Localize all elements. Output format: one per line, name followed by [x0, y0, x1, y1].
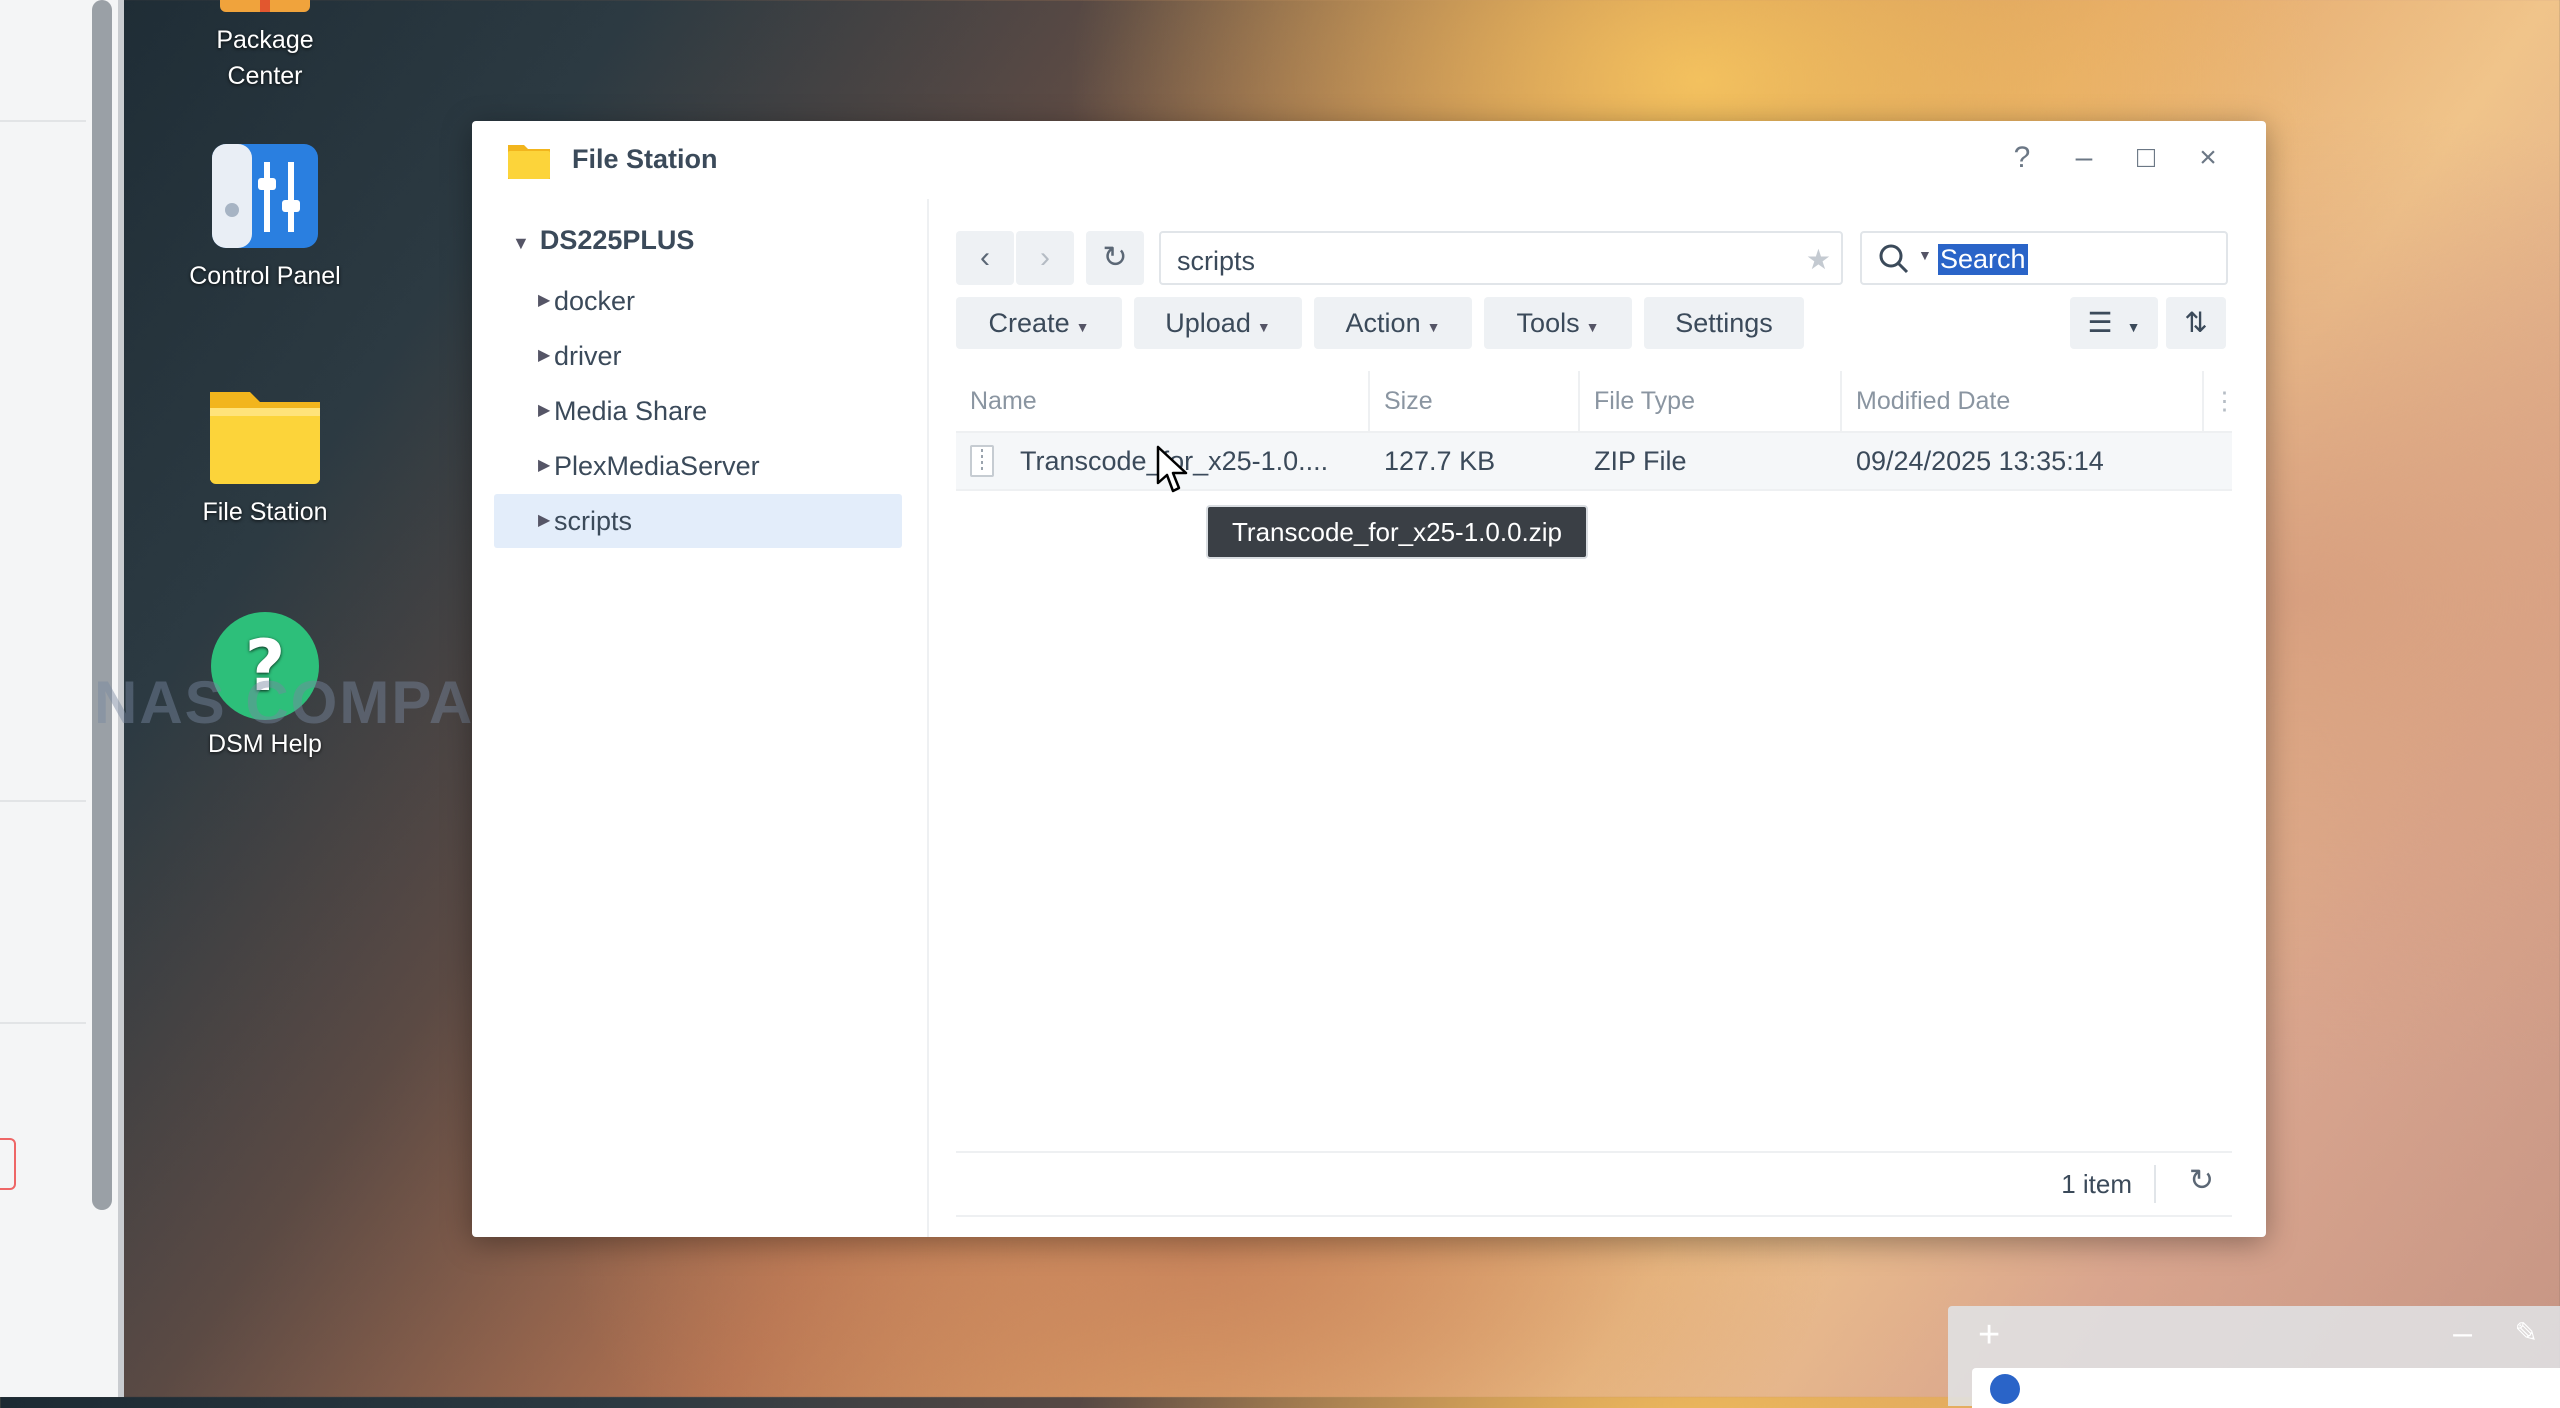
- refresh-icon: ↻: [1102, 241, 1128, 274]
- forward-button[interactable]: ›: [1016, 231, 1074, 285]
- column-options-icon[interactable]: ⋮: [2204, 371, 2237, 431]
- action-label: Action: [1345, 308, 1421, 338]
- desktop-icon-control-panel[interactable]: Control Panel: [165, 142, 365, 294]
- widget-panel: + – ✎: [1948, 1306, 2560, 1408]
- pin-icon[interactable]: ✎: [2515, 1316, 2538, 1349]
- chevron-down-icon: ▼: [2126, 319, 2141, 335]
- tools-button[interactable]: Tools ▼: [1484, 297, 1632, 349]
- desktop-icon-label: Center: [227, 62, 303, 90]
- tree-item-media-share[interactable]: ▶ Media Share: [494, 384, 902, 438]
- desktop-icon-package-center[interactable]: Package Center: [165, 0, 365, 94]
- upload-button[interactable]: Upload ▼: [1134, 297, 1302, 349]
- chevron-down-icon: ▼: [1256, 319, 1271, 335]
- column-header-size[interactable]: Size: [1370, 371, 1580, 431]
- tree-root-ds225plus[interactable]: ▼ DS225PLUS: [512, 225, 694, 256]
- settings-button[interactable]: Settings: [1644, 297, 1804, 349]
- tree-item-driver[interactable]: ▶ driver: [494, 329, 902, 383]
- sort-icon: ⇅: [2184, 307, 2208, 338]
- divider: [0, 1022, 86, 1024]
- tree-item-label: docker: [554, 286, 636, 316]
- upload-label: Upload: [1165, 308, 1251, 338]
- item-count: 1 item: [2061, 1169, 2132, 1199]
- desktop-icon-file-station[interactable]: File Station: [165, 378, 365, 530]
- folder-icon: [506, 139, 552, 181]
- chevron-down-icon: ▼: [1585, 319, 1600, 335]
- create-button[interactable]: Create ▼: [956, 297, 1122, 349]
- chevron-down-icon: ▼: [1075, 319, 1090, 335]
- column-header-name[interactable]: Name: [956, 371, 1370, 431]
- minimize-button[interactable]: –: [2064, 141, 2104, 175]
- create-label: Create: [988, 308, 1070, 338]
- divider: [2154, 1165, 2156, 1203]
- maximize-button[interactable]: □: [2126, 141, 2166, 175]
- file-browser-main: ‹ › ↻ scripts ★ ▼ Search Create ▼ Upload ▼…: [956, 199, 2246, 1237]
- table-header: Name Size File Type Modified Date ⋮: [956, 371, 2237, 433]
- file-station-window: File Station ? – □ × ▼ DS225PLUS ▶ docker …: [472, 121, 2266, 1237]
- table-row[interactable]: Transcode_for_x25-1.0.... 127.7 KB ZIP F…: [956, 433, 2232, 491]
- caret-down-icon: ▼: [512, 233, 530, 253]
- column-header-modified-date[interactable]: Modified Date: [1842, 371, 2204, 431]
- scrollbar[interactable]: [92, 0, 112, 1210]
- chevron-down-icon: ▼: [1918, 247, 1932, 263]
- folder-tree: ▼ DS225PLUS ▶ docker ▶ driver ▶ Media Share …: [472, 199, 929, 1237]
- mouse-pointer-icon: [1156, 445, 1192, 500]
- back-button[interactable]: ‹: [956, 231, 1014, 285]
- window-titlebar[interactable]: File Station ? – □ ×: [472, 121, 2266, 199]
- tab-marker: [0, 1138, 16, 1190]
- view-mode-button[interactable]: ☰ ▼: [2070, 297, 2158, 349]
- add-widget-icon[interactable]: +: [1978, 1314, 2000, 1357]
- cell-type: ZIP File: [1594, 446, 1687, 476]
- star-icon[interactable]: ★: [1806, 243, 1831, 276]
- search-text: Search: [1938, 244, 2028, 275]
- widget-content: [1972, 1368, 2560, 1408]
- action-button[interactable]: Action ▼: [1314, 297, 1472, 349]
- status-dot-icon: [1990, 1374, 2020, 1404]
- desktop-icon-label: Control Panel: [189, 262, 341, 290]
- path-text: scripts: [1177, 246, 1256, 276]
- folder-icon: [206, 378, 324, 488]
- settings-label: Settings: [1675, 308, 1773, 338]
- list-view-icon: ☰: [2087, 307, 2113, 338]
- divider: [0, 800, 86, 802]
- chevron-right-icon: ›: [1040, 241, 1050, 274]
- tree-item-label: scripts: [554, 506, 633, 536]
- tree-item-label: PlexMediaServer: [554, 451, 760, 481]
- path-field[interactable]: scripts ★: [1159, 231, 1843, 285]
- minimize-icon[interactable]: –: [2453, 1314, 2472, 1353]
- zip-file-icon: [970, 445, 994, 477]
- desktop-icon-label: File Station: [202, 498, 328, 526]
- caret-right-icon: ▶: [538, 457, 551, 474]
- tree-item-docker[interactable]: ▶ docker: [494, 274, 902, 328]
- tree-item-label: Media Share: [554, 396, 708, 426]
- chevron-down-icon: ▼: [1426, 319, 1441, 335]
- refresh-button[interactable]: ↻: [1086, 231, 1144, 285]
- caret-right-icon: ▶: [538, 347, 551, 364]
- tree-root-label: DS225PLUS: [539, 225, 695, 255]
- caret-right-icon: ▶: [538, 292, 551, 309]
- window-title: File Station: [572, 144, 718, 174]
- caret-right-icon: ▶: [538, 402, 551, 419]
- status-bar: 1 item ↻: [956, 1151, 2232, 1217]
- tree-item-label: driver: [554, 341, 622, 371]
- package-center-icon: [206, 0, 324, 14]
- filename-tooltip: Transcode_for_x25-1.0.0.zip: [1206, 505, 1589, 559]
- search-input[interactable]: ▼ Search: [1860, 231, 2228, 285]
- caret-right-icon: ▶: [538, 512, 551, 529]
- control-panel-icon: [206, 142, 324, 252]
- cell-modified: 09/24/2025 13:35:14: [1856, 446, 2104, 476]
- tree-item-plexmediaserver[interactable]: ▶ PlexMediaServer: [494, 439, 902, 493]
- refresh-icon[interactable]: ↻: [2189, 1163, 2214, 1198]
- cell-size: 127.7 KB: [1384, 446, 1496, 476]
- chevron-left-icon: ‹: [980, 241, 990, 274]
- desktop-icon-label: Package: [216, 26, 314, 54]
- column-header-file-type[interactable]: File Type: [1580, 371, 1842, 431]
- tools-label: Tools: [1516, 308, 1580, 338]
- tree-item-scripts[interactable]: ▶ scripts: [494, 494, 902, 548]
- sort-button[interactable]: ⇅: [2166, 297, 2226, 349]
- search-icon: [1876, 241, 1912, 282]
- close-button[interactable]: ×: [2188, 141, 2228, 175]
- help-button[interactable]: ?: [2002, 141, 2042, 175]
- divider: [0, 120, 86, 122]
